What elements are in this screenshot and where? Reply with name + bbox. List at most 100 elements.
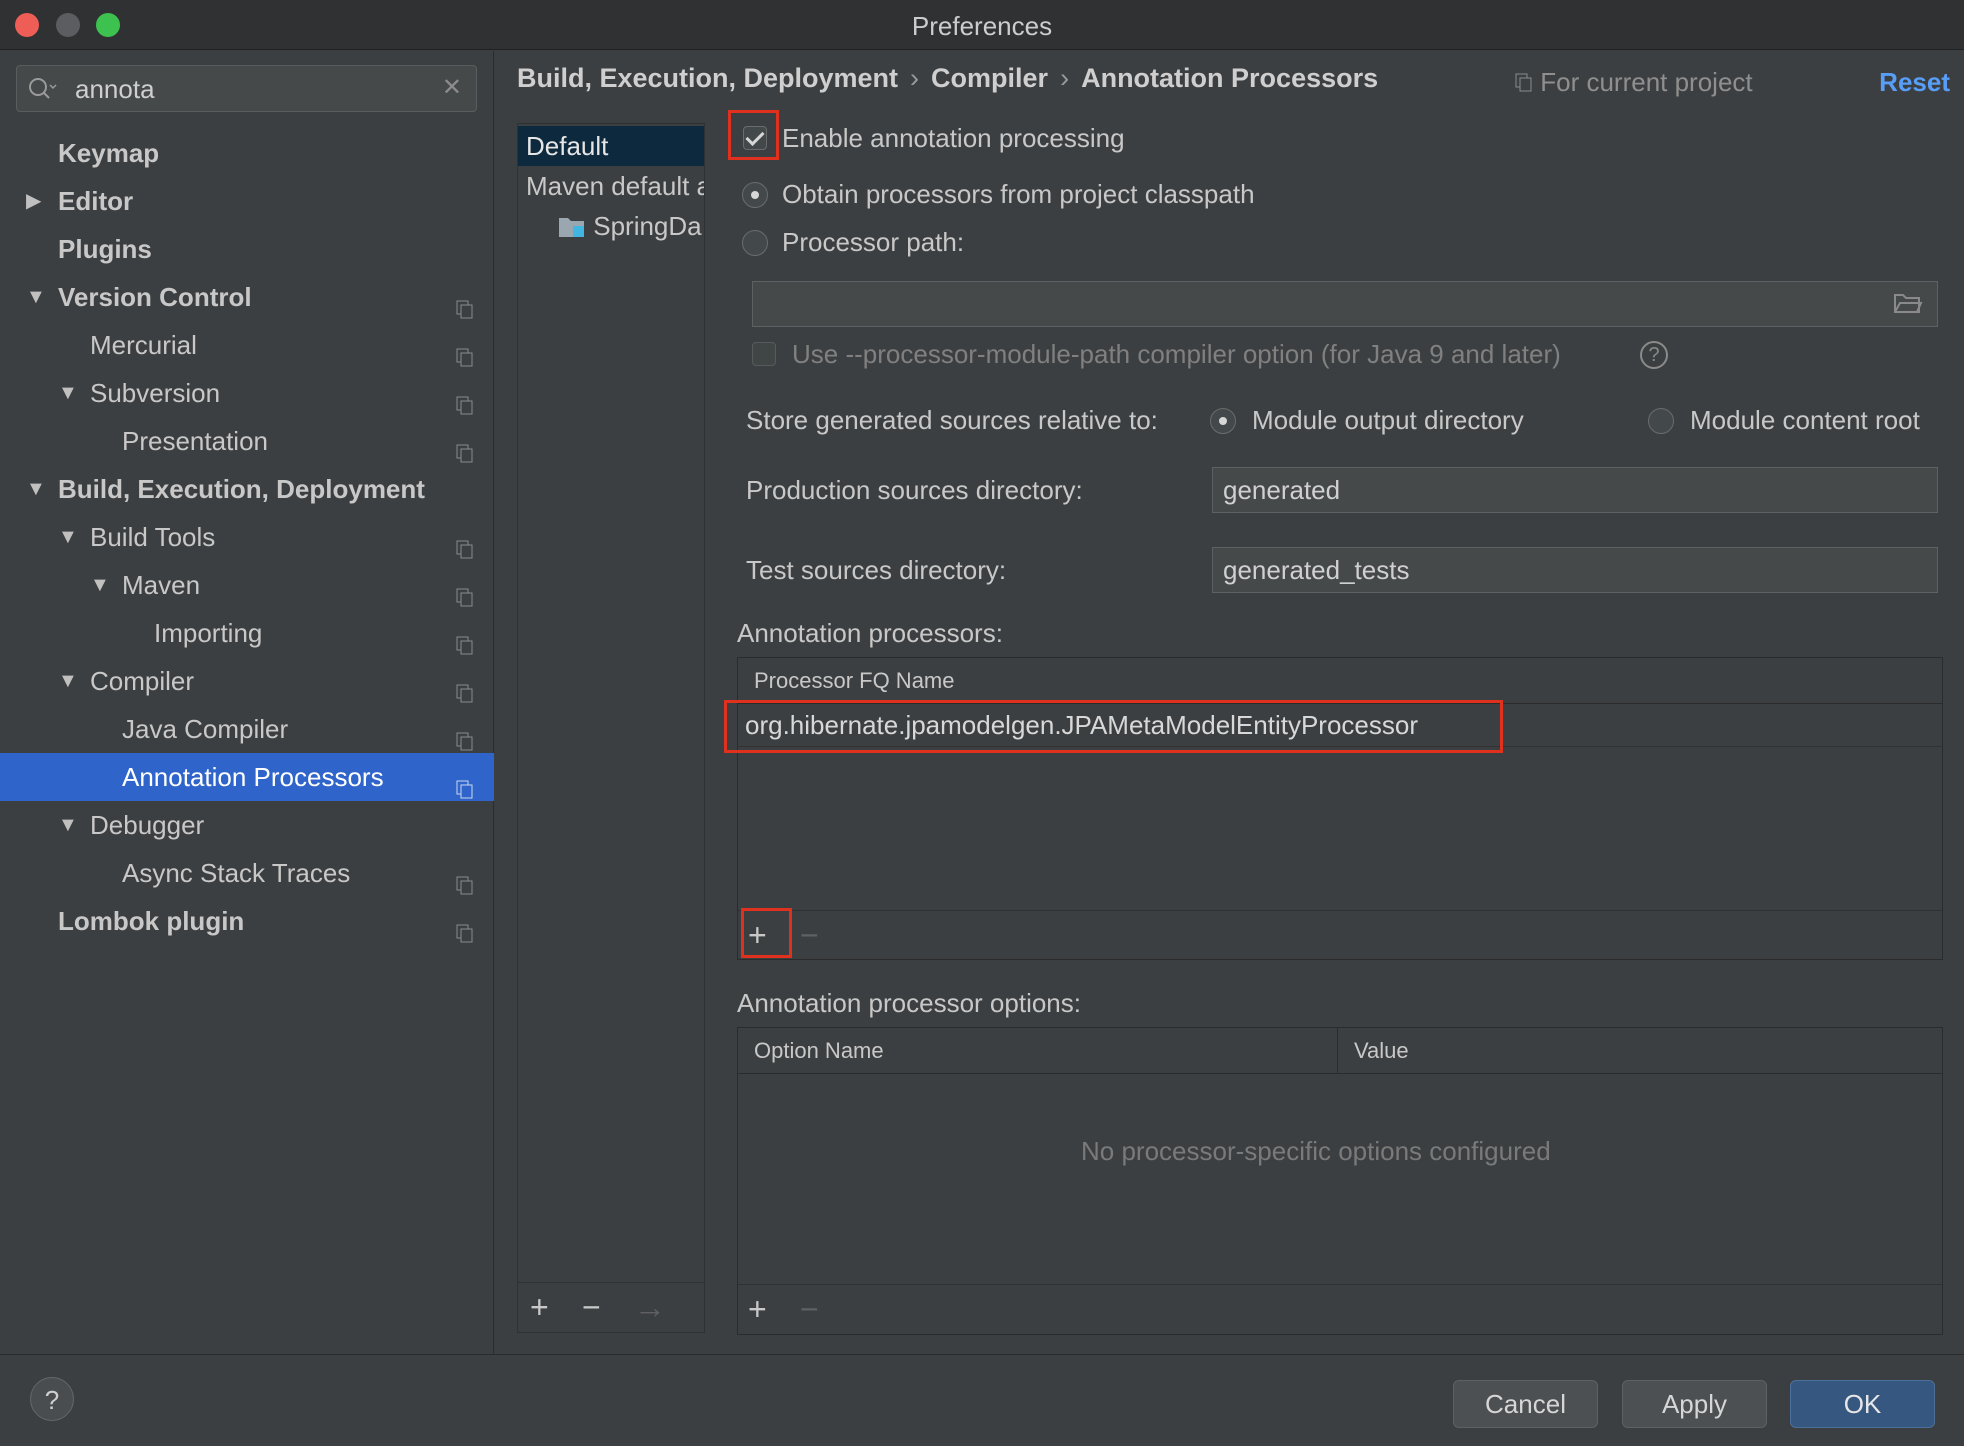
add-option-button[interactable]: + xyxy=(748,1291,767,1327)
collapse-arrow-icon[interactable]: ▼ xyxy=(58,801,78,849)
cancel-button[interactable]: Cancel xyxy=(1453,1380,1598,1428)
search-input[interactable] xyxy=(75,72,435,106)
dialog-footer: ? Cancel Apply OK xyxy=(0,1354,1964,1446)
sidebar-item-subversion[interactable]: ▼ Subversion xyxy=(0,369,494,417)
sidebar-item-build-tools[interactable]: ▼ Build Tools xyxy=(0,513,494,561)
profile-item-maven-default[interactable]: Maven default annotation processors prof… xyxy=(518,166,704,206)
sidebar-item-label: Editor xyxy=(58,186,134,216)
highlight-box xyxy=(724,700,1503,753)
breadcrumb-item[interactable]: Compiler xyxy=(931,63,1048,93)
production-sources-field[interactable]: generated xyxy=(1212,467,1938,513)
clear-search-icon[interactable]: ✕ xyxy=(442,76,462,100)
obtain-from-classpath-radio[interactable] xyxy=(742,182,768,208)
project-settings-icon xyxy=(456,431,474,463)
sidebar-item-build-execution-deployment[interactable]: ▼ Build, Execution, Deployment xyxy=(0,465,494,513)
module-content-root-radio[interactable] xyxy=(1648,408,1674,434)
ok-button[interactable]: OK xyxy=(1790,1380,1935,1428)
processors-toolbar: + − xyxy=(738,910,1942,960)
processor-path-radio[interactable] xyxy=(742,230,768,256)
help-button[interactable]: ? xyxy=(30,1377,74,1421)
remove-processor-button[interactable]: − xyxy=(800,917,819,953)
title-bar: Preferences xyxy=(0,0,1964,50)
sidebar-item-label: Version Control xyxy=(58,282,252,312)
collapse-arrow-icon[interactable]: ▼ xyxy=(26,465,46,513)
sidebar-item-presentation[interactable]: Presentation xyxy=(0,417,494,465)
breadcrumb-separator-icon: › xyxy=(1060,63,1070,93)
processor-path-field[interactable] xyxy=(752,281,1938,327)
sidebar-item-label: Debugger xyxy=(90,810,205,840)
profiles-toolbar: + − → xyxy=(518,1282,704,1332)
sidebar-item-keymap[interactable]: Keymap xyxy=(0,129,494,177)
expand-arrow-icon[interactable]: ▶ xyxy=(26,177,41,225)
project-settings-icon xyxy=(456,911,474,943)
remove-option-button[interactable]: − xyxy=(800,1291,819,1327)
collapse-arrow-icon[interactable]: ▼ xyxy=(58,657,78,705)
processor-path-label: Processor path: xyxy=(782,227,965,257)
reset-link[interactable]: Reset xyxy=(1879,67,1950,98)
sidebar-item-label: Presentation xyxy=(122,426,268,456)
sidebar-item-label: Mercurial xyxy=(90,330,197,360)
collapse-arrow-icon[interactable]: ▼ xyxy=(58,513,78,561)
module-output-directory-radio[interactable] xyxy=(1210,408,1236,434)
settings-sidebar: ✕ Keymap ▶ Editor Plugins ▼ Version Cont… xyxy=(0,51,494,1354)
project-settings-icon xyxy=(456,719,474,751)
breadcrumb-item: Annotation Processors xyxy=(1081,63,1379,93)
remove-profile-button[interactable]: − xyxy=(582,1289,601,1325)
search-box[interactable]: ✕ xyxy=(16,65,477,112)
sidebar-item-label: Build Tools xyxy=(90,522,216,552)
value-column-header[interactable]: Value xyxy=(1338,1028,1942,1074)
sidebar-item-mercurial[interactable]: Mercurial xyxy=(0,321,494,369)
sidebar-item-debugger[interactable]: ▼ Debugger xyxy=(0,801,494,849)
sidebar-item-label: Build, Execution, Deployment xyxy=(58,474,425,504)
profiles-list: Default Maven default annotation process… xyxy=(517,123,705,1333)
project-settings-icon xyxy=(456,527,474,559)
sidebar-item-version-control[interactable]: ▼ Version Control xyxy=(0,273,494,321)
move-profile-button[interactable]: → xyxy=(634,1289,666,1325)
add-profile-button[interactable]: + xyxy=(530,1289,549,1325)
production-sources-label: Production sources directory: xyxy=(746,475,1083,505)
sidebar-item-label: Annotation Processors xyxy=(122,762,384,792)
profile-module-label: SpringDa xyxy=(593,211,702,241)
processor-module-path-checkbox[interactable] xyxy=(752,342,776,366)
collapse-arrow-icon[interactable]: ▼ xyxy=(90,561,110,609)
enable-annotation-processing-label: Enable annotation processing xyxy=(782,123,1125,153)
highlight-box xyxy=(728,110,779,160)
sidebar-item-compiler[interactable]: ▼ Compiler xyxy=(0,657,494,705)
sidebar-item-plugins[interactable]: Plugins xyxy=(0,225,494,273)
annotation-options-table: Option Name Value No processor-specific … xyxy=(737,1027,1943,1335)
sidebar-item-java-compiler[interactable]: Java Compiler xyxy=(0,705,494,753)
breadcrumb-item[interactable]: Build, Execution, Deployment xyxy=(517,63,898,93)
option-name-column-header[interactable]: Option Name xyxy=(738,1028,1338,1074)
folder-browse-icon[interactable] xyxy=(1893,291,1923,320)
test-sources-field[interactable]: generated_tests xyxy=(1212,547,1938,593)
scope-label: For current project xyxy=(1540,67,1753,97)
test-sources-label: Test sources directory: xyxy=(746,555,1007,585)
sidebar-item-label: Plugins xyxy=(58,234,152,264)
collapse-arrow-icon[interactable]: ▼ xyxy=(58,369,78,417)
profile-item-default[interactable]: Default xyxy=(518,126,704,166)
project-settings-icon xyxy=(1515,67,1533,97)
help-icon[interactable]: ? xyxy=(1640,341,1668,369)
sidebar-item-annotation-processors[interactable]: Annotation Processors xyxy=(0,753,494,801)
project-settings-icon xyxy=(456,623,474,655)
sidebar-item-importing[interactable]: Importing xyxy=(0,609,494,657)
sidebar-item-lombok-plugin[interactable]: Lombok plugin xyxy=(0,897,494,945)
table-header[interactable]: Processor FQ Name xyxy=(738,658,1942,704)
collapse-arrow-icon[interactable]: ▼ xyxy=(26,273,46,321)
annotation-options-title: Annotation processor options: xyxy=(737,988,1081,1018)
apply-button[interactable]: Apply xyxy=(1622,1380,1767,1428)
sidebar-item-label: Compiler xyxy=(90,666,195,696)
breadcrumb: Build, Execution, Deployment › Compiler › An… xyxy=(517,63,1378,94)
profile-item-module[interactable]: SpringDa xyxy=(518,206,704,246)
project-settings-icon xyxy=(456,287,474,319)
store-generated-label: Store generated sources relative to: xyxy=(746,405,1158,435)
project-settings-icon xyxy=(456,383,474,415)
sidebar-item-maven[interactable]: ▼ Maven xyxy=(0,561,494,609)
sidebar-item-editor[interactable]: ▶ Editor xyxy=(0,177,494,225)
empty-options-text: No processor-specific options configured xyxy=(1081,1136,1551,1166)
search-icon xyxy=(27,76,57,102)
sidebar-item-label: Lombok plugin xyxy=(58,906,245,936)
module-content-root-label: Module content root xyxy=(1690,405,1920,435)
sidebar-item-async-stack-traces[interactable]: Async Stack Traces xyxy=(0,849,494,897)
sidebar-item-label: Async Stack Traces xyxy=(122,858,351,888)
